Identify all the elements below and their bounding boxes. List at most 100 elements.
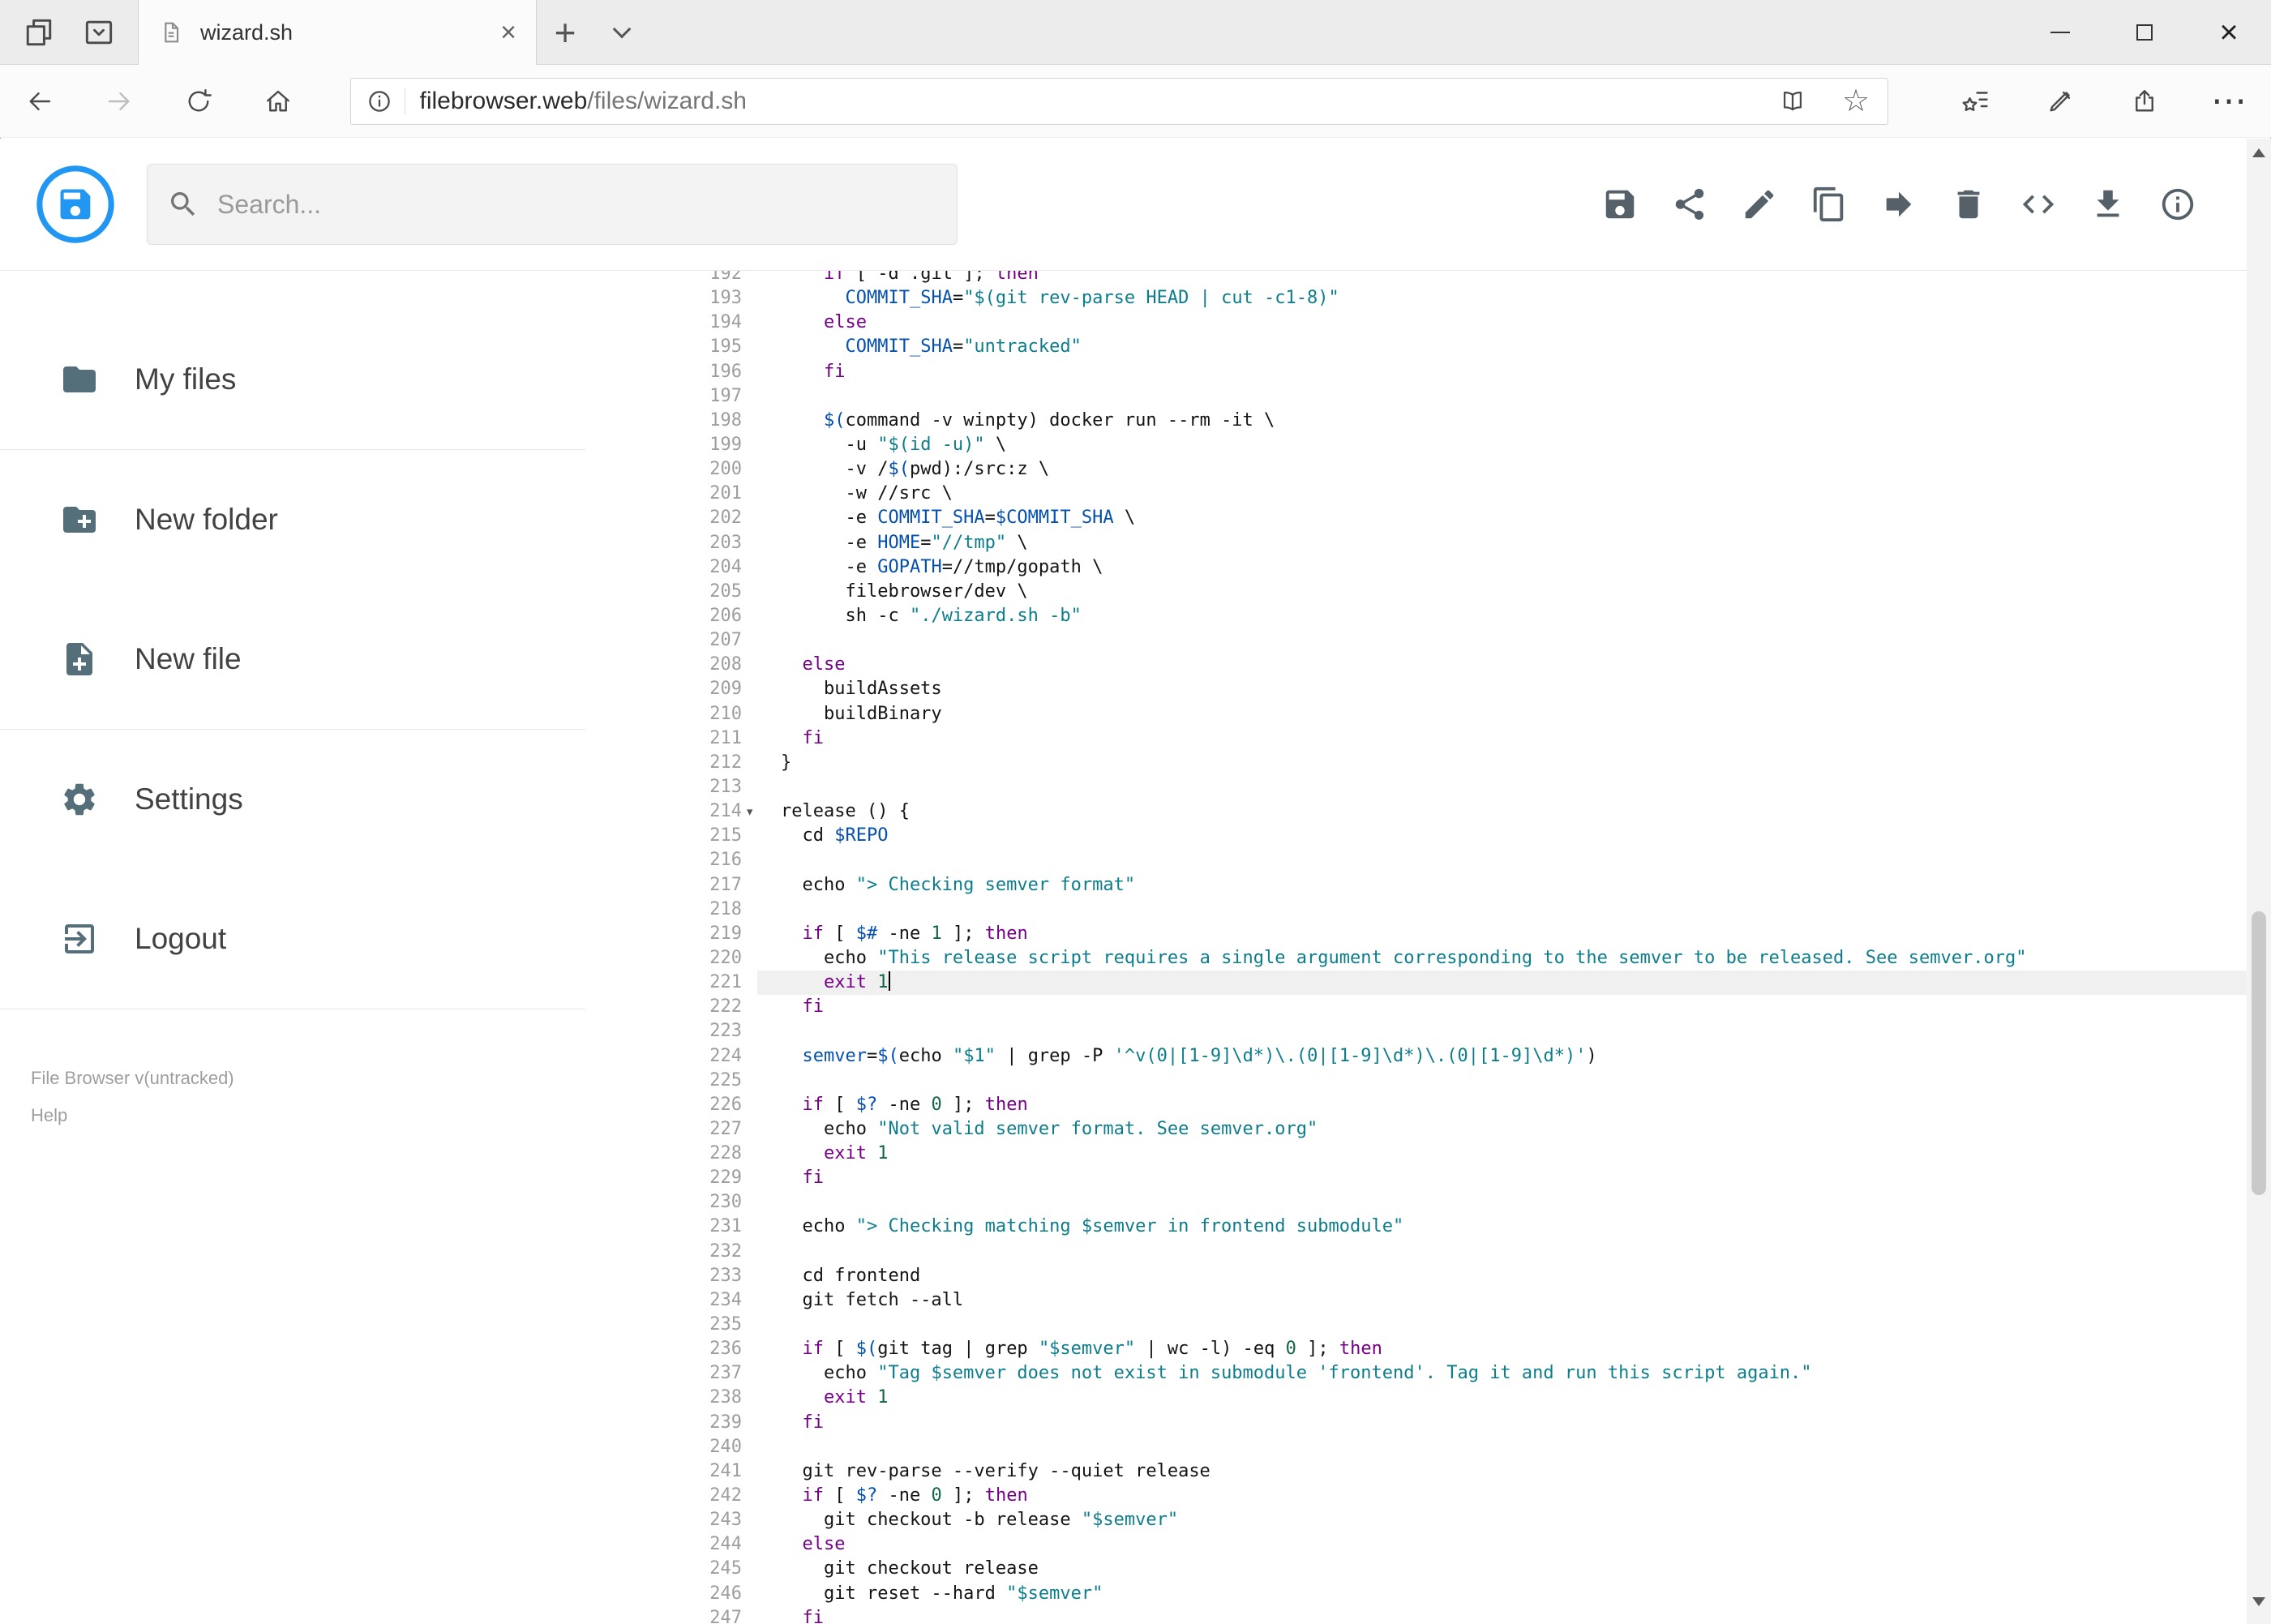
sidebar-item-new-file[interactable]: New file: [0, 589, 585, 729]
code-line[interactable]: 225: [585, 1069, 2247, 1093]
code-line[interactable]: 196 fi: [585, 360, 2247, 384]
new-tab-button[interactable]: +: [537, 0, 593, 64]
code-line[interactable]: 222 fi: [585, 995, 2247, 1019]
code-line[interactable]: 200 -v /$(pwd):/src:z \: [585, 457, 2247, 482]
code-line[interactable]: 213: [585, 775, 2247, 799]
hub-favorites-button[interactable]: [1934, 65, 2018, 138]
fold-marker-icon[interactable]: ▾: [745, 799, 754, 824]
code-line[interactable]: 195 COMMIT_SHA="untracked": [585, 335, 2247, 359]
refresh-button[interactable]: [159, 65, 238, 138]
rename-button[interactable]: [1741, 186, 1778, 223]
more-options-button[interactable]: ⋯: [2187, 65, 2271, 138]
close-window-button[interactable]: ×: [2187, 0, 2271, 64]
code-line[interactable]: 227 echo "Not valid semver format. See s…: [585, 1117, 2247, 1142]
move-button[interactable]: [1880, 186, 1917, 223]
code-line[interactable]: 224 semver=$(echo "$1" | grep -P '^v(0|[…: [585, 1044, 2247, 1069]
share-button[interactable]: [1671, 186, 1708, 223]
code-line[interactable]: 220 echo "This release script requires a…: [585, 946, 2247, 971]
code-line[interactable]: 211 fi: [585, 726, 2247, 751]
home-button[interactable]: [238, 65, 318, 138]
code-line[interactable]: 244 else: [585, 1532, 2247, 1557]
code-button[interactable]: [2020, 186, 2057, 223]
tab-preview-icon[interactable]: [81, 15, 117, 50]
code-line[interactable]: 235: [585, 1313, 2247, 1337]
tabs-aside-icon[interactable]: [21, 15, 57, 50]
search-box[interactable]: [147, 164, 958, 245]
delete-button[interactable]: [1950, 186, 1987, 223]
code-line[interactable]: 233 cd frontend: [585, 1264, 2247, 1288]
code-line[interactable]: 199 -u "$(id -u)" \: [585, 433, 2247, 457]
code-line[interactable]: 217 echo "> Checking semver format": [585, 873, 2247, 898]
sidebar-item-settings[interactable]: Settings: [0, 730, 585, 869]
minimize-button[interactable]: [2018, 0, 2102, 64]
page-scrollbar[interactable]: [2247, 139, 2271, 1624]
code-line[interactable]: 215 cd $REPO: [585, 824, 2247, 848]
favorite-star-icon[interactable]: ☆: [1842, 86, 1870, 117]
code-line[interactable]: 216: [585, 848, 2247, 872]
code-line[interactable]: 203 -e HOME="//tmp" \: [585, 531, 2247, 555]
reading-view-icon[interactable]: [1779, 88, 1806, 115]
back-button[interactable]: [0, 65, 79, 138]
code-line[interactable]: 204 -e GOPATH=//tmp/gopath \: [585, 555, 2247, 580]
code-line[interactable]: 237 echo "Tag $semver does not exist in …: [585, 1361, 2247, 1386]
code-line[interactable]: 208 else: [585, 653, 2247, 677]
sidebar-item-logout[interactable]: Logout: [0, 869, 585, 1009]
code-line[interactable]: 198 $(command -v winpty) docker run --rm…: [585, 409, 2247, 433]
code-line[interactable]: 236 if [ $(git tag | grep "$semver" | wc…: [585, 1337, 2247, 1361]
code-line[interactable]: 246 git reset --hard "$semver": [585, 1582, 2247, 1606]
sidebar-item-new-folder[interactable]: New folder: [0, 450, 585, 589]
code-editor[interactable]: 192 if [ -d .git ]; then 193 COMMIT_SHA="…: [585, 271, 2247, 1624]
code-line[interactable]: 231 echo "> Checking matching $semver in…: [585, 1215, 2247, 1239]
code-line[interactable]: 221 exit 1: [585, 971, 2247, 996]
browser-tab[interactable]: wizard.sh ×: [138, 0, 537, 65]
code-line[interactable]: 218: [585, 898, 2247, 922]
code-line[interactable]: 241 git rev-parse --verify --quiet relea…: [585, 1459, 2247, 1484]
sidebar-item-my-files[interactable]: My files: [0, 310, 585, 449]
code-line[interactable]: 240: [585, 1435, 2247, 1459]
scroll-thumb[interactable]: [2252, 911, 2266, 1195]
code-line[interactable]: 234 git fetch --all: [585, 1288, 2247, 1313]
code-line[interactable]: 205 filebrowser/dev \: [585, 580, 2247, 604]
code-line[interactable]: 243 git checkout -b release "$semver": [585, 1508, 2247, 1532]
code-line[interactable]: 197: [585, 384, 2247, 409]
code-line[interactable]: 238 exit 1: [585, 1386, 2247, 1410]
info-button[interactable]: [2159, 186, 2196, 223]
search-input[interactable]: [217, 189, 937, 220]
maximize-button[interactable]: [2102, 0, 2187, 64]
code-line[interactable]: 219 if [ $# -ne 1 ]; then: [585, 922, 2247, 946]
save-button[interactable]: [1601, 186, 1639, 223]
ink-notes-button[interactable]: [2018, 65, 2102, 138]
code-line[interactable]: 229 fi: [585, 1166, 2247, 1190]
tab-list-chevron-icon[interactable]: [593, 0, 650, 64]
download-button[interactable]: [2089, 186, 2127, 223]
site-info-icon[interactable]: [366, 88, 393, 115]
scroll-down-arrow[interactable]: [2252, 1597, 2265, 1606]
code-line[interactable]: 210 buildBinary: [585, 702, 2247, 726]
code-line[interactable]: 202 -e COMMIT_SHA=$COMMIT_SHA \: [585, 506, 2247, 530]
address-bar[interactable]: filebrowser.web/files/wizard.sh ☆: [349, 77, 1889, 125]
share-page-button[interactable]: [2102, 65, 2187, 138]
tab-close-icon[interactable]: ×: [500, 19, 516, 46]
code-line[interactable]: 209 buildAssets: [585, 677, 2247, 701]
scroll-up-arrow[interactable]: [2252, 148, 2265, 157]
code-line[interactable]: 214 ▾ release () {: [585, 799, 2247, 824]
code-line[interactable]: 207: [585, 628, 2247, 653]
code-line[interactable]: 228 exit 1: [585, 1142, 2247, 1166]
filebrowser-logo[interactable]: [35, 164, 116, 245]
code-line[interactable]: 212}: [585, 751, 2247, 775]
code-line[interactable]: 201 -w //src \: [585, 482, 2247, 506]
forward-button[interactable]: [79, 65, 159, 138]
code-line[interactable]: 242 if [ $? -ne 0 ]; then: [585, 1484, 2247, 1508]
code-line[interactable]: 194 else: [585, 311, 2247, 335]
code-line[interactable]: 193 COMMIT_SHA="$(git rev-parse HEAD | c…: [585, 286, 2247, 311]
help-link[interactable]: Help: [31, 1105, 585, 1126]
code-line[interactable]: 232: [585, 1240, 2247, 1264]
copy-button[interactable]: [1810, 186, 1848, 223]
code-line[interactable]: 226 if [ $? -ne 0 ]; then: [585, 1093, 2247, 1117]
code-line[interactable]: 223: [585, 1019, 2247, 1043]
code-line[interactable]: 192 if [ -d .git ]; then: [585, 271, 2247, 286]
code-line[interactable]: 247 fi: [585, 1606, 2247, 1624]
code-line[interactable]: 230: [585, 1190, 2247, 1215]
code-line[interactable]: 245 git checkout release: [585, 1557, 2247, 1581]
code-line[interactable]: 239 fi: [585, 1411, 2247, 1435]
